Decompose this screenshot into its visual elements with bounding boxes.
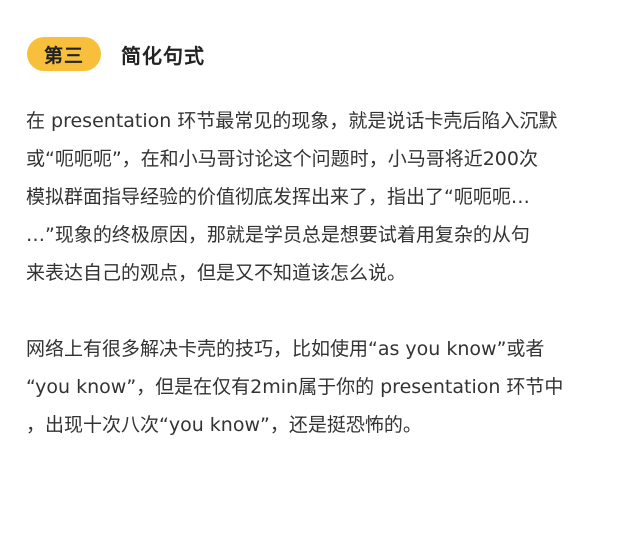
paragraph-1: 在 presentation 环节最常见的现象，就是说话卡壳后陷入沉默 或“呃呃… — [26, 102, 616, 292]
paragraph-2: 网络上有很多解决卡壳的技巧，比如使用“as you know”或者 “you k… — [26, 330, 616, 444]
text-line: 在 presentation 环节最常见的现象，就是说话卡壳后陷入沉默 — [26, 110, 558, 132]
text-line: 模拟群面指导经验的价值彻底发挥出来了，指出了“呃呃呃… — [26, 186, 530, 208]
text-line: 网络上有很多解决卡壳的技巧，比如使用“as you know”或者 — [26, 338, 545, 360]
text-line: 或“呃呃呃”，在和小马哥讨论这个问题时，小马哥将近200次 — [26, 148, 538, 170]
section-number-badge: 第三 — [27, 37, 101, 71]
text-line: 来表达自己的观点，但是又不知道该怎么说。 — [26, 262, 407, 284]
section-header: 第三 简化句式 — [27, 37, 205, 71]
text-line: “you know”，但是在仅有2min属于你的 presentation 环节… — [26, 376, 564, 398]
text-line: …”现象的终极原因，那就是学员总是想要试着用复杂的从句 — [26, 224, 530, 246]
section-title: 简化句式 — [121, 43, 205, 68]
text-line: ，出现十次八次“you know”，还是挺恐怖的。 — [26, 414, 422, 436]
article-body: 在 presentation 环节最常见的现象，就是说话卡壳后陷入沉默 或“呃呃… — [26, 102, 616, 444]
